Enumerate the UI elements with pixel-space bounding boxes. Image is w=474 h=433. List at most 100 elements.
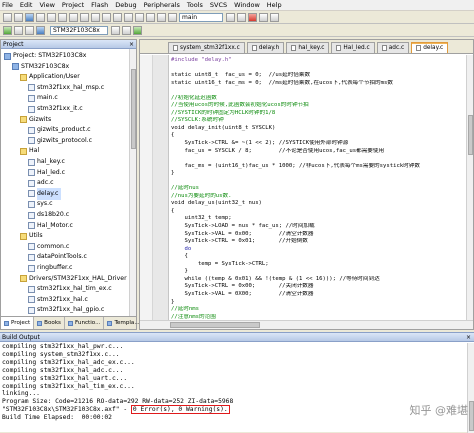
menu-window[interactable]: Window bbox=[234, 1, 260, 9]
close-icon[interactable]: × bbox=[466, 333, 471, 342]
code-line: SysTick->LOAD = nus * fac_us; //时间加载 bbox=[171, 223, 467, 231]
menu-svcs[interactable]: SVCS bbox=[210, 1, 227, 9]
scrollbar-thumb[interactable] bbox=[468, 115, 473, 155]
manage-components-icon[interactable] bbox=[122, 26, 131, 35]
menu-project[interactable]: Project bbox=[62, 1, 84, 9]
editor-tab-label: delay.h bbox=[259, 43, 280, 53]
target-options-icon[interactable] bbox=[111, 26, 120, 35]
editor-horizontal-scrollbar[interactable] bbox=[140, 320, 473, 329]
editor-tab-label: Hal_led.c bbox=[343, 43, 369, 53]
code-area[interactable]: #include "delay.h"static uint8_t fac_us … bbox=[140, 55, 473, 320]
find-icon[interactable] bbox=[226, 13, 235, 22]
project-pane-tabs: ProjectBooksFunctio...Templa... bbox=[1, 316, 136, 329]
editor-tab-hal-key-c[interactable]: hal_key.c bbox=[286, 42, 329, 53]
download-icon[interactable] bbox=[36, 26, 45, 35]
save-all-icon[interactable] bbox=[36, 13, 45, 22]
build-result-line: "STM32F103C8x\STM32F103C8x.axf" - 0 Erro… bbox=[2, 406, 474, 414]
scrollbar-thumb[interactable] bbox=[170, 322, 260, 328]
editor-vertical-scrollbar[interactable] bbox=[466, 55, 473, 320]
tree-file-item[interactable]: stm32f1xx_hal_gpio.c bbox=[28, 304, 104, 316]
c-file-icon bbox=[28, 137, 35, 144]
breakpoint-icon[interactable] bbox=[259, 13, 268, 22]
code-line bbox=[171, 155, 467, 163]
editor-tab-delay-c[interactable]: delay.c bbox=[411, 42, 448, 53]
build-output-title: Build Output × bbox=[0, 333, 474, 342]
debug-start-icon[interactable] bbox=[248, 13, 257, 22]
menu-flash[interactable]: Flash bbox=[91, 1, 108, 9]
paste-icon[interactable] bbox=[69, 13, 78, 22]
find-combo[interactable]: main bbox=[179, 13, 223, 22]
folder-icon bbox=[20, 275, 27, 282]
translate-icon[interactable] bbox=[3, 26, 12, 35]
c-file-icon bbox=[28, 243, 35, 250]
code-line: } bbox=[171, 268, 467, 276]
editor-tab-system-stm32f1xx-c[interactable]: system_stm32f1xx.c bbox=[168, 42, 245, 53]
build-output-scrollbar[interactable] bbox=[467, 343, 474, 433]
nav-back-icon[interactable] bbox=[102, 13, 111, 22]
menu-debug[interactable]: Debug bbox=[115, 1, 136, 9]
target-select[interactable]: STM32F103C8x bbox=[50, 26, 108, 35]
project-tree-scrollbar[interactable] bbox=[129, 49, 136, 317]
pane-tab-project[interactable]: Project bbox=[1, 317, 34, 329]
c-file-icon bbox=[28, 159, 35, 166]
scrollbar-thumb[interactable] bbox=[469, 401, 474, 431]
toolbar: main bbox=[0, 11, 474, 24]
code-line: //延时nus bbox=[171, 185, 467, 193]
code-line: SysTick->VAL = 0x00; //清空计数器 bbox=[171, 231, 467, 239]
editor-tab-adc-c[interactable]: adc.c bbox=[377, 42, 409, 53]
undo-icon[interactable] bbox=[80, 13, 89, 22]
indent-icon[interactable] bbox=[135, 13, 144, 22]
editor-tab-hal-led-c[interactable]: Hal_led.c bbox=[331, 42, 374, 53]
build-icon[interactable] bbox=[14, 26, 23, 35]
menu-bar: File Edit View Project Flash Debug Peripherals… bbox=[0, 0, 474, 11]
pane-tab-templa[interactable]: Templa... bbox=[104, 317, 143, 329]
comment-icon[interactable] bbox=[157, 13, 166, 22]
pane-tab-books[interactable]: Books bbox=[34, 317, 65, 329]
code-line: SysTick->CTRL = 0x00; //关闭计数器 bbox=[171, 283, 467, 291]
c-file-icon bbox=[28, 212, 35, 219]
find-in-files-icon[interactable] bbox=[237, 13, 246, 22]
pane-tab-label: Books bbox=[44, 317, 61, 329]
document-icon bbox=[382, 45, 387, 51]
c-file-icon bbox=[28, 265, 35, 272]
code-line: temp = SysTick->CTRL; bbox=[171, 261, 467, 269]
code-line bbox=[171, 87, 467, 95]
nav-forward-icon[interactable] bbox=[113, 13, 122, 22]
c-file-icon bbox=[28, 254, 35, 261]
code-line: #include "delay.h" bbox=[171, 57, 467, 65]
menu-help[interactable]: Help bbox=[267, 1, 282, 9]
uncomment-icon[interactable] bbox=[168, 13, 177, 22]
redo-icon[interactable] bbox=[91, 13, 100, 22]
c-file-icon bbox=[28, 296, 35, 303]
settings-icon[interactable] bbox=[270, 13, 279, 22]
open-file-icon[interactable] bbox=[14, 13, 23, 22]
outdent-icon[interactable] bbox=[146, 13, 155, 22]
menu-view[interactable]: View bbox=[39, 1, 54, 9]
cut-icon[interactable] bbox=[47, 13, 56, 22]
menu-edit[interactable]: Edit bbox=[20, 1, 33, 9]
c-file-icon bbox=[28, 169, 35, 176]
copy-icon[interactable] bbox=[58, 13, 67, 22]
document-icon bbox=[252, 45, 257, 51]
menu-file[interactable]: File bbox=[2, 1, 13, 9]
build-output-line: compiling stm32f1xx_hal_pwr.c... bbox=[2, 343, 474, 351]
bookmark-icon[interactable] bbox=[124, 13, 133, 22]
code-line: while ((temp & 0x01) && !(temp & (1 << 1… bbox=[171, 276, 467, 284]
run-environment-icon[interactable] bbox=[133, 26, 142, 35]
build-toolbar: STM32F103C8x bbox=[0, 25, 474, 37]
code-line: uint32_t temp; bbox=[171, 215, 467, 223]
menu-peripherals[interactable]: Peripherals bbox=[144, 1, 180, 9]
editor-tab-delay-h[interactable]: delay.h bbox=[247, 42, 285, 53]
new-file-icon[interactable] bbox=[3, 13, 12, 22]
scrollbar-thumb[interactable] bbox=[131, 69, 136, 149]
build-output-line: compiling stm32f1xx_hal_adc.c... bbox=[2, 367, 474, 375]
pane-tab-functio[interactable]: Functio... bbox=[65, 317, 104, 329]
save-icon[interactable] bbox=[25, 13, 34, 22]
pane-tab-label: Functio... bbox=[75, 317, 100, 329]
rebuild-icon[interactable] bbox=[25, 26, 34, 35]
tab-icon bbox=[4, 321, 9, 326]
project-pane-title: Project × bbox=[1, 40, 136, 49]
menu-tools[interactable]: Tools bbox=[187, 1, 203, 9]
code-text[interactable]: #include "delay.h"static uint8_t fac_us … bbox=[171, 57, 467, 320]
close-icon[interactable]: × bbox=[129, 40, 134, 49]
